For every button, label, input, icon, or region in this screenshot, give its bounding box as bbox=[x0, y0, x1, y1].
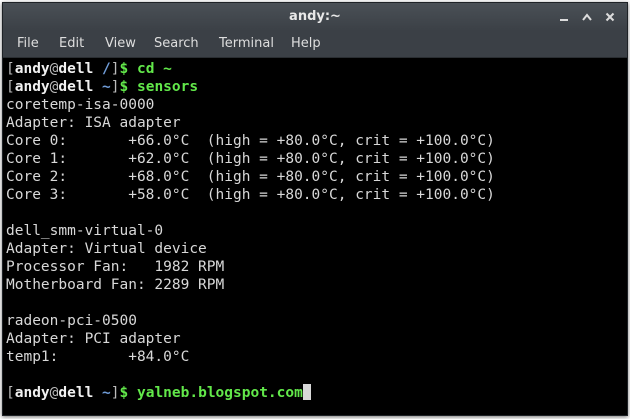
command-input[interactable]: yalneb.blogspot.com bbox=[137, 385, 303, 401]
prompt-bracket-open: [ bbox=[6, 385, 15, 401]
menu-edit[interactable]: Edit bbox=[59, 36, 84, 51]
current-prompt-line[interactable]: [andy@dell ~]$ yalneb.blogspot.com bbox=[6, 384, 495, 402]
prompt-bracket-close: ] bbox=[110, 79, 120, 95]
output-line: Processor Fan: 1982 RPM bbox=[6, 259, 225, 275]
maximize-icon[interactable] bbox=[577, 7, 597, 27]
prompt-dir: / bbox=[102, 61, 111, 77]
output-line: Adapter: Virtual device bbox=[6, 241, 207, 257]
prompt-bracket-open: [ bbox=[6, 61, 15, 77]
output-line: Adapter: ISA adapter bbox=[6, 115, 181, 131]
menu-view[interactable]: View bbox=[105, 36, 136, 51]
prompt-host: dell bbox=[58, 61, 94, 77]
menu-help[interactable]: Help bbox=[291, 36, 321, 51]
output-line: dell_smm-virtual-0 bbox=[6, 223, 164, 239]
command-text: sensors bbox=[136, 79, 199, 95]
prompt-line: [andy@dell ~]$ sensors bbox=[6, 78, 495, 96]
prompt-dir: ~ bbox=[102, 385, 111, 401]
terminal-area[interactable]: [andy@dell /]$ cd ~ [andy@dell ~]$ senso… bbox=[3, 58, 627, 415]
output-line: Motherboard Fan: 2289 RPM bbox=[6, 277, 225, 293]
command-text: cd ~ bbox=[136, 61, 172, 77]
prompt-bracket-close: ] bbox=[110, 385, 120, 401]
prompt-user: andy bbox=[14, 385, 50, 401]
menu-search[interactable]: Search bbox=[154, 36, 199, 51]
text-cursor bbox=[302, 384, 311, 400]
menu-terminal[interactable]: Terminal bbox=[219, 36, 274, 51]
prompt-line: [andy@dell /]$ cd ~ bbox=[6, 60, 495, 78]
terminal-window: andy:~ File Edit View Search Terminal He… bbox=[2, 2, 628, 416]
prompt-host: dell bbox=[58, 79, 94, 95]
prompt-bracket-close: ] bbox=[110, 61, 120, 77]
output-line: Core 0: +66.0°C (high = +80.0°C, crit = … bbox=[6, 133, 495, 149]
prompt-dir: ~ bbox=[102, 79, 111, 95]
output-line: Core 1: +62.0°C (high = +80.0°C, crit = … bbox=[6, 151, 495, 167]
window-title: andy:~ bbox=[289, 9, 341, 24]
output-line: Core 2: +68.0°C (high = +80.0°C, crit = … bbox=[6, 169, 495, 185]
prompt-user: andy bbox=[14, 79, 50, 95]
minimize-icon[interactable] bbox=[554, 7, 574, 27]
prompt-symbol: $ bbox=[119, 385, 129, 401]
output-line: radeon-pci-0500 bbox=[6, 313, 137, 329]
output-line: Adapter: PCI adapter bbox=[6, 331, 181, 347]
output-line: temp1: +84.0°C bbox=[6, 349, 190, 365]
prompt-user: andy bbox=[14, 61, 50, 77]
output-line: Core 3: +58.0°C (high = +80.0°C, crit = … bbox=[6, 187, 495, 203]
menu-file[interactable]: File bbox=[17, 36, 39, 51]
prompt-bracket-open: [ bbox=[6, 79, 15, 95]
output-line: coretemp-isa-0000 bbox=[6, 97, 155, 113]
prompt-host: dell bbox=[58, 385, 94, 401]
prompt-symbol: $ bbox=[119, 61, 129, 77]
menu-bar: File Edit View Search Terminal Help bbox=[3, 31, 627, 58]
close-icon[interactable] bbox=[600, 7, 620, 27]
prompt-symbol: $ bbox=[119, 79, 129, 95]
scrollbar[interactable] bbox=[622, 58, 627, 415]
title-bar[interactable]: andy:~ bbox=[3, 3, 627, 31]
